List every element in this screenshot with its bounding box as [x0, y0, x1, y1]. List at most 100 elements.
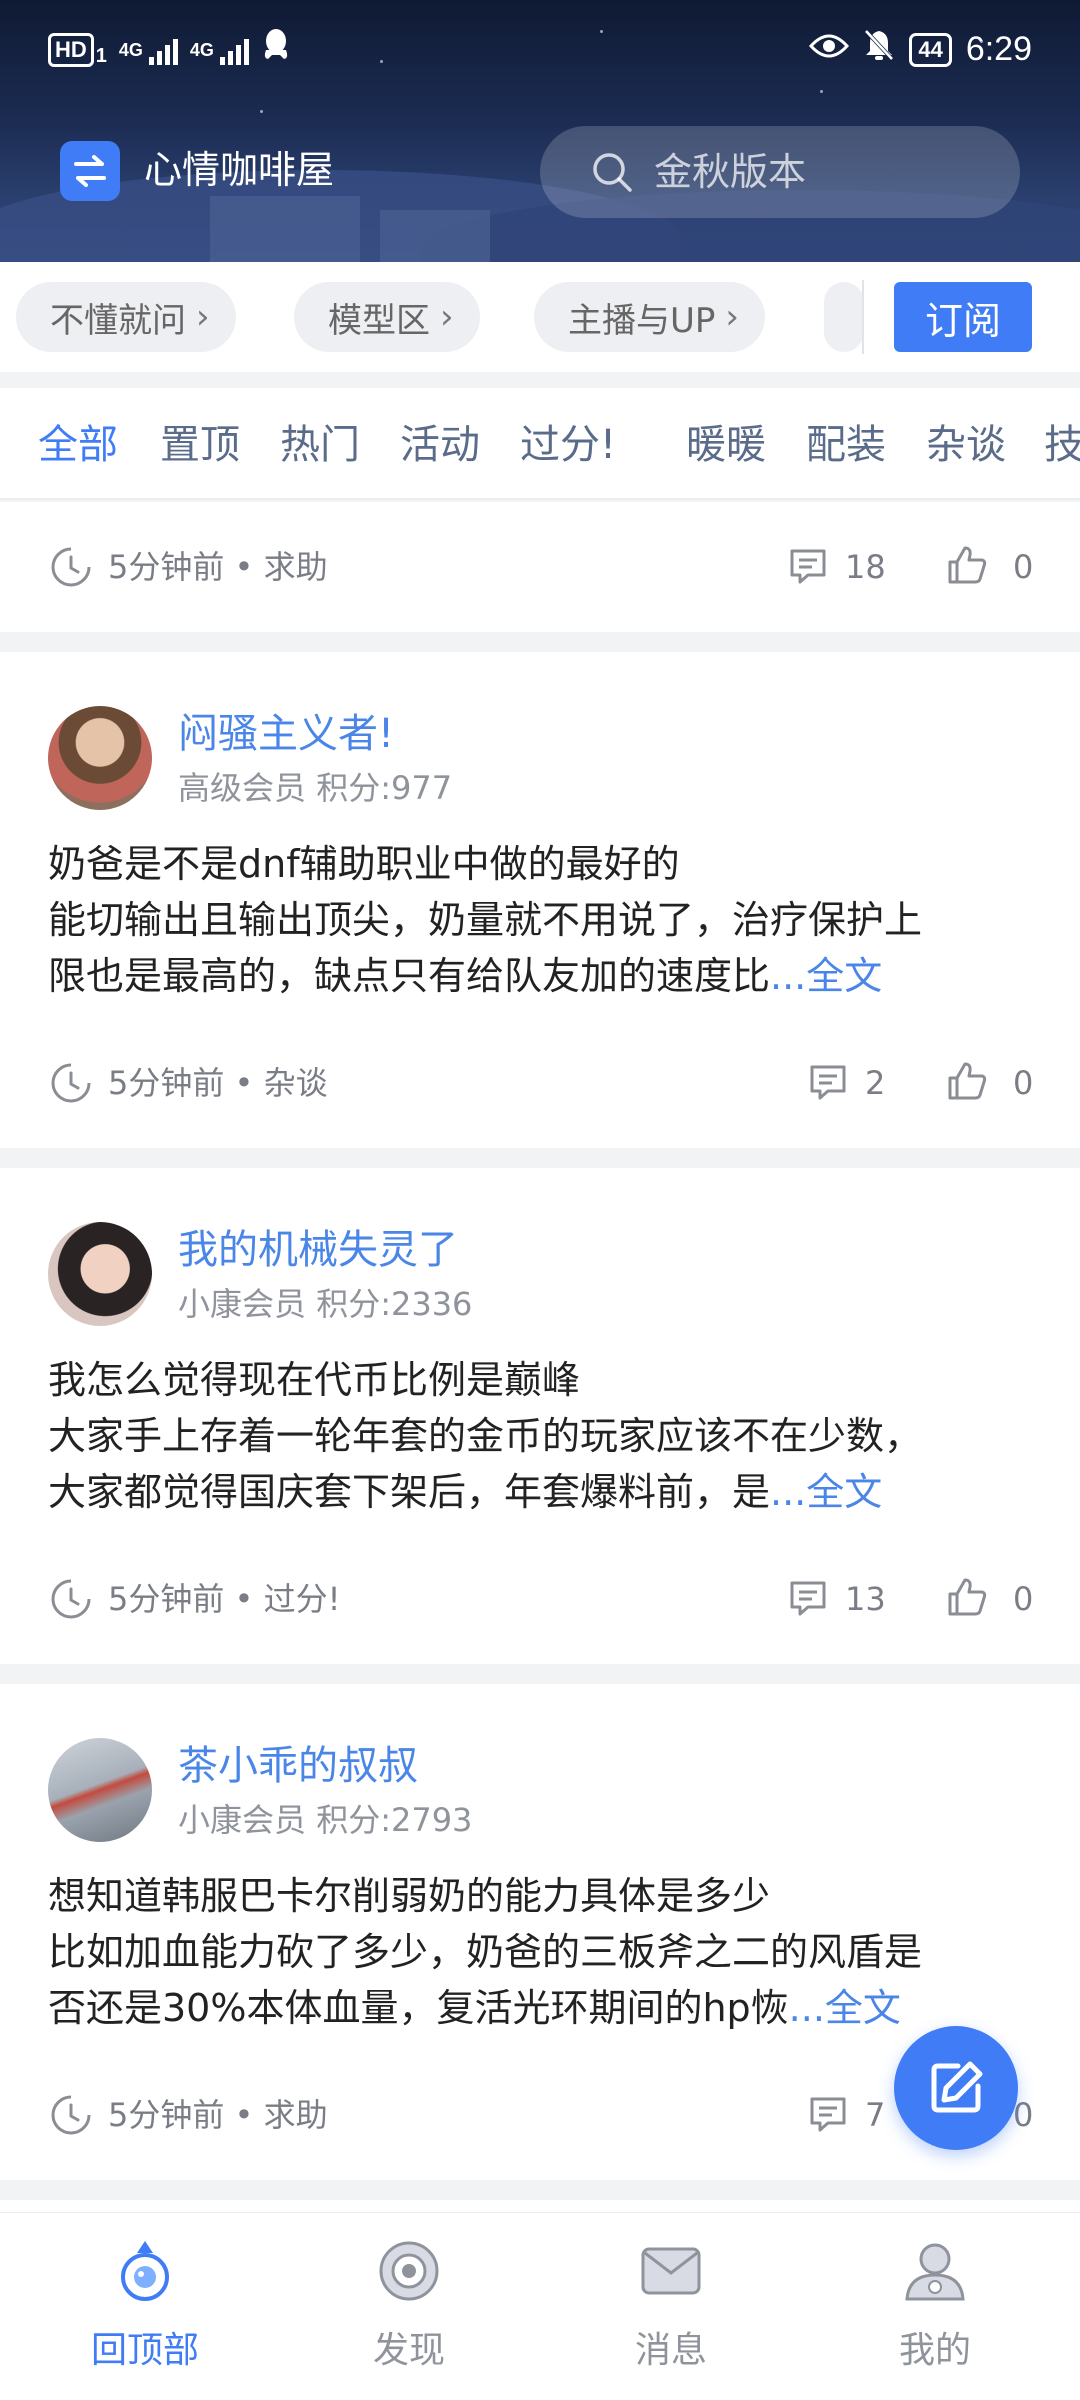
- subscribe-button[interactable]: 订阅: [894, 282, 1032, 352]
- comment-icon[interactable]: [808, 1062, 848, 1102]
- post-title: 奶爸是不是dnf辅助职业中做的最好的: [48, 842, 680, 886]
- avatar[interactable]: [48, 1738, 152, 1842]
- user-level: 小康会员 积分:2336: [178, 1285, 473, 1323]
- chip-label: 模型区: [328, 300, 430, 341]
- post-excerpt: 能切输出且输出顶尖，奶量就不用说了，治疗保护上 限也是最高的，缺点只有给队友加的…: [48, 898, 923, 998]
- tab-chat[interactable]: 杂谈: [926, 418, 1006, 472]
- clock-icon: [51, 1579, 91, 1619]
- post-meta: 5分钟前 • 求助 18 0: [0, 502, 1080, 632]
- search-input[interactable]: [654, 150, 994, 194]
- back-to-top-icon: [121, 2241, 169, 2301]
- chip-label: 不懂就问: [50, 300, 186, 341]
- board-title: 心情咖啡屋: [144, 148, 335, 192]
- comment-icon[interactable]: [808, 2094, 848, 2134]
- qq-icon: [261, 28, 291, 71]
- category-tabs: 全部 置顶 热门 活动 过分! 暖暖 配装 杂谈 技: [0, 388, 1080, 500]
- read-more-link[interactable]: ...全文: [789, 1986, 901, 2030]
- like-icon[interactable]: [946, 1576, 988, 1618]
- mute-bell-icon: [863, 28, 895, 71]
- like-icon[interactable]: [946, 1060, 988, 1102]
- signal-icon: [148, 35, 178, 65]
- discover-icon: [379, 2241, 439, 2301]
- like-count: 0: [1013, 1064, 1034, 1102]
- switch-arrows-icon: [74, 155, 106, 187]
- tab-warm[interactable]: 暖暖: [686, 418, 766, 472]
- post-time: 5分钟前 • 求助: [108, 2096, 328, 2134]
- nav-back-to-top[interactable]: 回顶部: [10, 2213, 280, 2400]
- post-card[interactable]: 闷骚主义者! 高级会员 积分:977 奶爸是不是dnf辅助职业中做的最好的 能切…: [0, 652, 1080, 1148]
- avatar[interactable]: [48, 1222, 152, 1326]
- search-bar[interactable]: [540, 126, 1020, 218]
- post-title: 我怎么觉得现在代币比例是巅峰: [48, 1358, 581, 1402]
- sim-slot: 1: [95, 45, 107, 67]
- tab-hot[interactable]: 热门: [280, 418, 360, 472]
- comment-count: 18: [845, 548, 886, 586]
- status-bar: HD 1 4G 4G 44 6:29: [0, 0, 1080, 100]
- post-card[interactable]: 我的机械失灵了 小康会员 积分:2336 我怎么觉得现在代币比例是巅峰 大家手上…: [0, 1168, 1080, 1664]
- chip-streamers[interactable]: 主播与UP ›: [534, 282, 765, 352]
- eye-icon: [809, 30, 850, 69]
- post-title: 想知道韩服巴卡尔削弱奶的能力具体是多少: [48, 1874, 771, 1918]
- tab-pinned[interactable]: 置顶: [160, 418, 240, 472]
- divider: [862, 280, 864, 354]
- post-meta: 5分钟前 • 杂谈 2 0: [0, 1018, 1080, 1148]
- chip-models[interactable]: 模型区 ›: [294, 282, 480, 352]
- battery-indicator: 44: [909, 32, 952, 67]
- chevron-right-icon: ›: [440, 297, 454, 337]
- header: HD 1 4G 4G 44 6:29 心情咖啡屋: [0, 0, 1080, 262]
- comment-icon[interactable]: [788, 1578, 828, 1618]
- message-icon: [641, 2247, 701, 2295]
- bottom-nav: 回顶部 发现 消息 我的: [0, 2212, 1080, 2400]
- search-icon: [593, 153, 632, 192]
- post-time: 5分钟前 • 杂谈: [108, 1064, 328, 1102]
- network-type-2: 4G: [189, 39, 214, 60]
- tab-tech[interactable]: 技: [1044, 418, 1080, 472]
- profile-icon: [905, 2243, 965, 2301]
- like-icon[interactable]: [946, 544, 988, 586]
- nav-label: 我的: [898, 2330, 971, 2371]
- post-username[interactable]: 我的机械失灵了: [178, 1222, 458, 1278]
- post-time: 5分钟前 • 过分!: [108, 1580, 341, 1618]
- category-chip-row: 不懂就问 › 模型区 › 主播与UP › 订阅: [0, 262, 1080, 372]
- post-meta: 5分钟前 • 过分! 13 0: [0, 1534, 1080, 1664]
- user-level: 小康会员 积分:2793: [178, 1801, 473, 1839]
- chip-label: 主播与UP: [568, 300, 716, 341]
- hd-indicator: HD: [48, 32, 94, 67]
- chip-partial[interactable]: [824, 282, 864, 352]
- read-more-link[interactable]: ...全文: [770, 1470, 882, 1514]
- chip-ask[interactable]: 不懂就问 ›: [16, 282, 236, 352]
- status-time: 6:29: [965, 30, 1032, 68]
- comment-count: 13: [845, 1580, 886, 1618]
- chevron-right-icon: ›: [725, 297, 739, 337]
- chevron-right-icon: ›: [196, 297, 210, 337]
- post-username[interactable]: 闷骚主义者!: [178, 706, 394, 762]
- switch-board-button[interactable]: [60, 141, 120, 201]
- nav-messages[interactable]: 消息: [536, 2213, 806, 2400]
- network-type-1: 4G: [118, 39, 143, 60]
- post-username[interactable]: 茶小乖的叔叔: [178, 1738, 418, 1794]
- nav-profile[interactable]: 我的: [800, 2213, 1070, 2400]
- tab-builds[interactable]: 配装: [806, 418, 886, 472]
- clock-icon: [51, 1063, 91, 1103]
- house-decoration: [210, 196, 360, 262]
- nav-discover[interactable]: 发现: [274, 2213, 544, 2400]
- star-decoration: [260, 110, 263, 113]
- post-excerpt: 大家手上存着一轮年套的金币的玩家应该不在少数， 大家都觉得国庆套下架后，年套爆料…: [48, 1414, 923, 1514]
- user-level: 高级会员 积分:977: [178, 769, 453, 807]
- avatar[interactable]: [48, 706, 152, 810]
- tab-events[interactable]: 活动: [400, 418, 480, 472]
- edit-icon: [931, 2061, 983, 2113]
- post-time: 5分钟前 • 求助: [108, 548, 328, 586]
- post-card-partial[interactable]: 5分钟前 • 求助 18 0: [0, 502, 1080, 632]
- signal-icon: [219, 35, 249, 65]
- tab-all[interactable]: 全部: [38, 418, 118, 472]
- post-excerpt: 比如加血能力砍了多少，奶爸的三板斧之二的风盾是 否还是30%本体血量，复活光环期…: [48, 1930, 923, 2030]
- clock-icon: [51, 2095, 91, 2135]
- comment-icon[interactable]: [788, 546, 828, 586]
- read-more-link[interactable]: ...全文: [770, 954, 882, 998]
- compose-post-button[interactable]: [894, 2026, 1018, 2150]
- tab-excessive[interactable]: 过分!: [520, 418, 616, 472]
- nav-label: 发现: [372, 2330, 445, 2371]
- like-count: 0: [1013, 1580, 1034, 1618]
- comment-count: 2: [865, 1064, 886, 1102]
